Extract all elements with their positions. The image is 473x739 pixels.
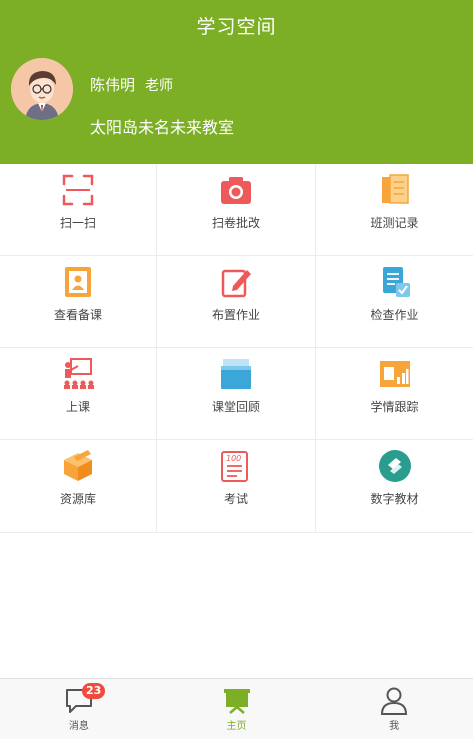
- tab-messages[interactable]: 23 消息: [0, 679, 158, 739]
- bottom-tab-bar: 23 消息 主页 我: [0, 678, 473, 739]
- tab-label: 主页: [226, 721, 247, 732]
- resource-library-icon: [64, 450, 92, 481]
- menu-item-exam[interactable]: 100 考试: [157, 440, 316, 532]
- teacher-role: 老师: [145, 78, 174, 94]
- menu-item-label: 检查作业: [370, 308, 419, 322]
- menu-item-scan[interactable]: 扫一扫: [0, 164, 157, 256]
- menu-item-label: 考试: [223, 492, 248, 506]
- menu-item-resource-library[interactable]: 资源库: [0, 440, 157, 532]
- menu-item-digital-textbook[interactable]: 数字教材: [316, 440, 473, 532]
- app-header: 学习空间 陈伟明 老师 太阳岛未名未来教室: [0, 0, 473, 164]
- check-homework-icon: [382, 267, 410, 297]
- menu-item-label: 班测记录: [370, 216, 419, 230]
- classroom-review-icon: [221, 359, 251, 389]
- menu-item-learning-tracking[interactable]: 学情跟踪: [316, 348, 473, 440]
- menu-item-view-lesson-prep[interactable]: 查看备课: [0, 256, 157, 348]
- teacher-info: 陈伟明 老师: [90, 74, 173, 95]
- menu-item-test-records[interactable]: 班测记录: [316, 164, 473, 256]
- tab-home[interactable]: 主页: [158, 679, 316, 739]
- home-board-icon: [223, 689, 250, 714]
- tab-label: 消息: [68, 721, 89, 732]
- menu-item-label: 扫一扫: [59, 216, 96, 230]
- menu-item-assign-homework[interactable]: 布置作业: [157, 256, 316, 348]
- user-icon: [381, 687, 408, 715]
- camera-icon: [221, 177, 251, 204]
- menu-item-label: 布置作业: [211, 308, 260, 322]
- menu-item-start-class[interactable]: 上课: [0, 348, 157, 440]
- menu-item-scan-grading[interactable]: 扫卷批改: [157, 164, 316, 256]
- digital-textbook-icon: [378, 450, 411, 482]
- menu-item-label: 学情跟踪: [370, 400, 419, 414]
- assign-homework-icon: [221, 269, 251, 298]
- menu-item-label: 上课: [65, 400, 90, 414]
- menu-item-label: 查看备课: [53, 308, 102, 322]
- menu-item-label: 资源库: [59, 492, 96, 506]
- menu-item-label: 课堂回顾: [211, 400, 260, 414]
- teaching-icon: [64, 358, 94, 389]
- avatar[interactable]: [11, 58, 73, 120]
- page-title: 学习空间: [196, 16, 277, 38]
- tab-me[interactable]: 我: [315, 679, 473, 739]
- classroom-name: 太阳岛未名未来教室: [90, 118, 235, 137]
- menu-item-label: 数字教材: [370, 492, 419, 506]
- lesson-prep-icon: [65, 267, 91, 297]
- function-grid: 扫一扫 扫卷批改 班测记录 查看备课 布置作业 检查作业 上课 课堂回顾 学情跟…: [0, 164, 473, 533]
- learning-tracking-icon: [379, 361, 410, 387]
- menu-item-check-homework[interactable]: 检查作业: [316, 256, 473, 348]
- scan-icon: [62, 174, 94, 206]
- test-records-icon: [381, 174, 409, 204]
- unread-badge: 23: [82, 683, 106, 699]
- tab-label: 我: [389, 721, 400, 732]
- exam-icon: 100: [221, 451, 248, 482]
- menu-item-classroom-review[interactable]: 课堂回顾: [157, 348, 316, 440]
- teacher-name: 陈伟明: [90, 76, 136, 94]
- svg-text:100: 100: [226, 454, 241, 463]
- menu-item-label: 扫卷批改: [211, 216, 260, 230]
